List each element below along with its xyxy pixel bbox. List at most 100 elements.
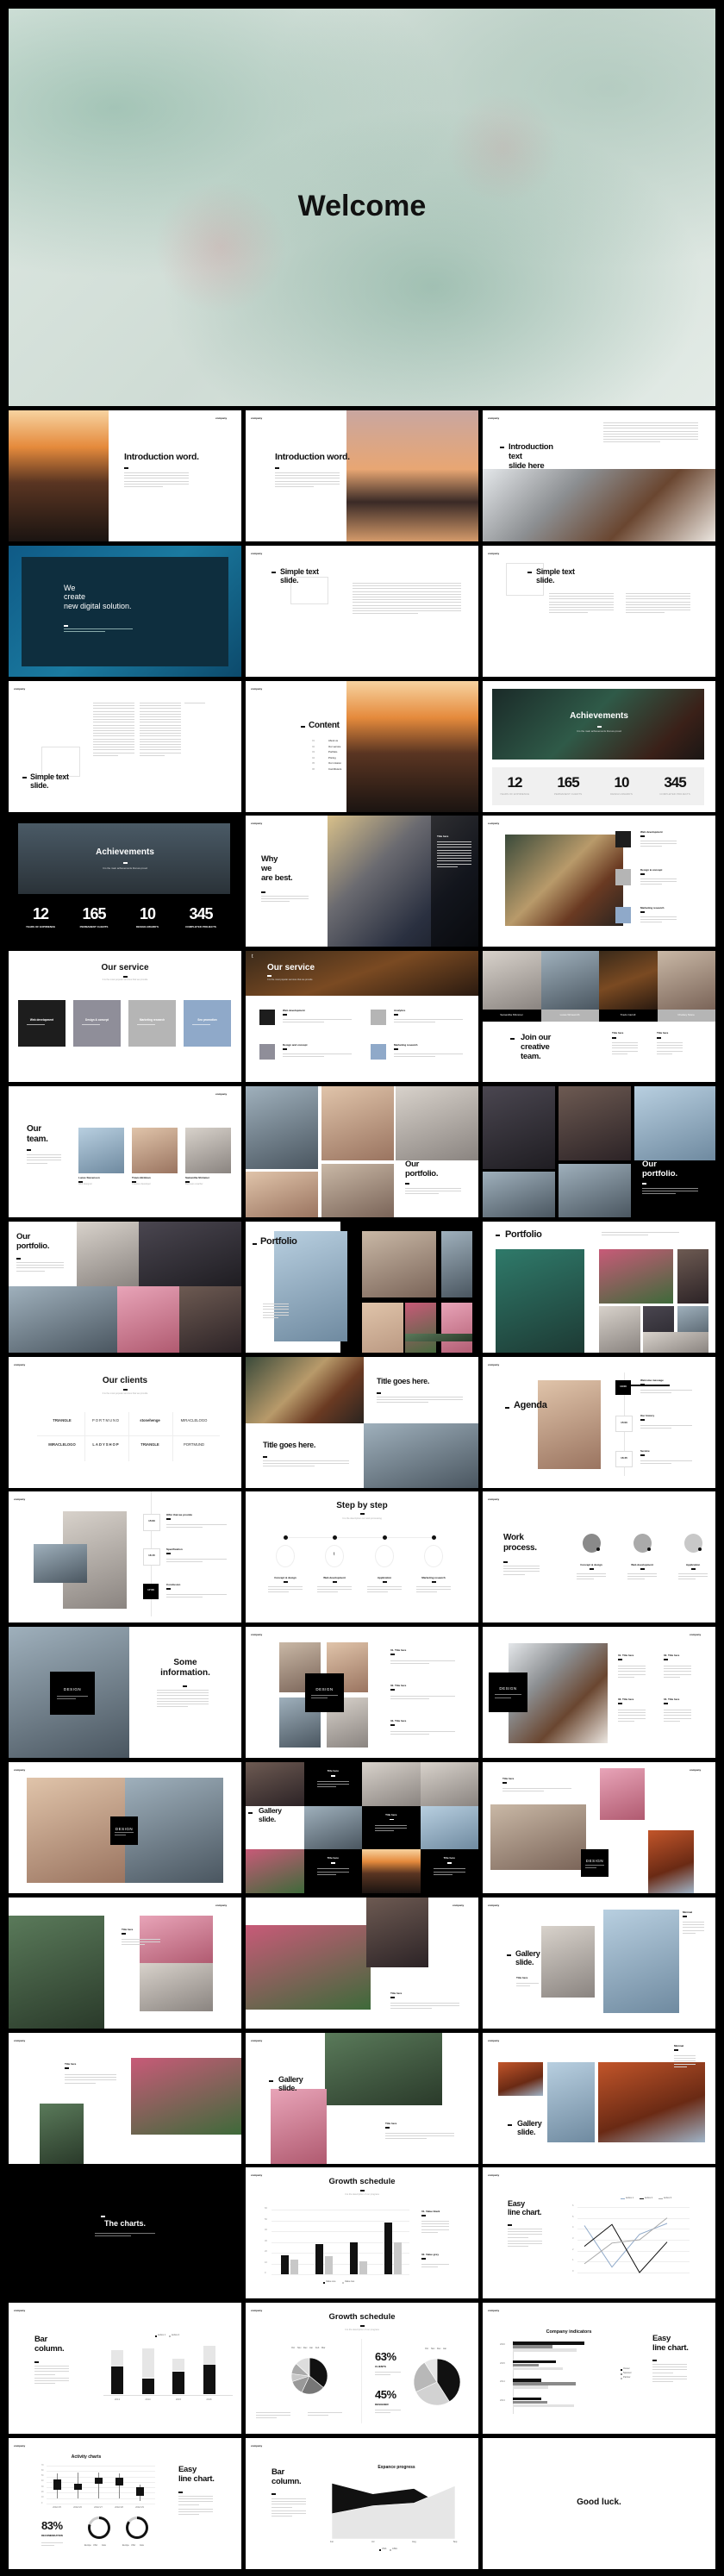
placeholder-text-line [664, 1717, 691, 1719]
placeholder-text-line [437, 849, 471, 851]
placeholder-text-line [433, 1868, 465, 1870]
title-dash [263, 1456, 267, 1458]
candle [135, 2487, 144, 2496]
slide-47: company Bar column. Expance progress Jun Jul… [246, 2438, 478, 2569]
slide-text: It is the description of our progress [345, 2193, 379, 2196]
placeholder-text-line [140, 724, 181, 726]
placeholder-text-line [140, 749, 181, 751]
placeholder-text-line [603, 425, 698, 427]
bar-sponsor [513, 2345, 553, 2348]
placeholder-text-line [437, 844, 471, 846]
placeholder-text-line [394, 1019, 463, 1020]
placeholder-text-line [93, 710, 134, 712]
gridline [272, 2220, 409, 2222]
placeholder-text-line [421, 2226, 449, 2228]
wick [98, 2472, 99, 2498]
bar-partner [513, 2385, 549, 2389]
design-box: DESIGN [581, 1849, 609, 1877]
slide-title: Some information. [160, 1658, 210, 1678]
title-dash [390, 1654, 395, 1655]
item-title: 02. Title here [390, 1684, 407, 1687]
slide-title: Our portfolio. [405, 1160, 439, 1179]
title-dash [500, 447, 504, 448]
placeholder-text-line [178, 2511, 213, 2513]
title-dash [385, 2127, 390, 2129]
placeholder-text-line [664, 1715, 691, 1716]
placeholder-text-line [618, 1720, 635, 1722]
design-box: DESIGN [50, 1672, 95, 1715]
legend-label: series 2 [172, 2334, 180, 2336]
placeholder-text-line [437, 858, 471, 860]
bar-segment [203, 2346, 215, 2365]
slide-6: company Simple text slide. [483, 546, 715, 677]
placeholder-text-line [375, 1830, 395, 1832]
stat-value: 165 [557, 774, 579, 791]
placeholder-text-line [263, 1317, 278, 1318]
placeholder-text-line [626, 603, 690, 605]
placeholder-text-line [577, 1576, 606, 1578]
title-dash [640, 1568, 645, 1570]
photo [346, 681, 478, 812]
placeholder-text-line [34, 2378, 69, 2379]
stat-value: 10 [614, 774, 630, 791]
slide-title: Our portfolio. [16, 1232, 50, 1251]
member-name: Lucas Winsworth [559, 1013, 580, 1016]
photo [246, 1357, 364, 1423]
company-logo: company [14, 2309, 26, 2312]
title-dash [640, 835, 645, 837]
placeholder-text-line [618, 1717, 646, 1719]
series-line-series-3 [584, 2217, 668, 2265]
timeline-item: Conclusion [166, 1583, 181, 1586]
x-tick: 2002/1/7 [94, 2506, 103, 2509]
step-label: Concept & design [580, 1563, 602, 1566]
legend-label: Europe [122, 2544, 129, 2547]
photo [396, 1086, 478, 1160]
title-dash [510, 1038, 515, 1040]
title-dash [640, 911, 645, 913]
slide-42: company Easy line chart. 0 1 2 3 4 5 6 series 1 se… [483, 2167, 715, 2298]
title-dash [394, 1048, 398, 1050]
photo [547, 2062, 595, 2142]
placeholder-text-line [316, 1871, 349, 1873]
placeholder-text-line [275, 475, 340, 477]
y-tick: 2016 [500, 2343, 505, 2346]
photo [246, 1849, 304, 1893]
placeholder-text-line [65, 2082, 96, 2084]
stat-value: 345 [664, 774, 686, 791]
placeholder-text-line [256, 2415, 290, 2417]
placeholder-text-line [263, 1460, 349, 1461]
placeholder-text-line [516, 1983, 539, 1984]
placeholder-text-line [268, 1589, 303, 1591]
placeholder-text-line [678, 1573, 708, 1574]
placeholder-text-line [140, 708, 181, 710]
company-logo: company [488, 2039, 500, 2042]
slide-title: Introduction word. [124, 452, 199, 462]
y-tick: 2013 [500, 2398, 505, 2402]
placeholder-text-line [664, 1676, 681, 1678]
placeholder-text-line [41, 2542, 63, 2543]
bar-value-one [384, 2223, 392, 2274]
placeholder-text-line [683, 1932, 696, 1934]
placeholder-text-line [626, 593, 690, 594]
placeholder-text-line [316, 1873, 336, 1875]
x-tick: 2002/1/6 [73, 2506, 82, 2509]
column-title: Title here [657, 1031, 669, 1035]
placeholder-text-line [390, 1660, 455, 1661]
photo [498, 2062, 543, 2096]
slide-13: Our service It is the most popular servic… [9, 951, 241, 1082]
cell-title: Title here [327, 1769, 339, 1773]
photo [362, 1849, 421, 1893]
item-title: Title here [390, 1991, 403, 1995]
slide-44: company Growth schedule It is the descript… [246, 2303, 478, 2434]
placeholder-text-line [664, 1668, 691, 1670]
title-dash [101, 2216, 105, 2217]
placeholder-text-line [603, 433, 698, 435]
member-role: Web designer [78, 1183, 92, 1185]
photo [246, 1172, 318, 1217]
slide-title: Simple text slide. [280, 567, 319, 585]
slide-22: company Our clients It is the most popular… [9, 1357, 241, 1488]
bar-partner [513, 2348, 577, 2352]
placeholder-text-line [640, 1425, 692, 1426]
item-title: Title here [65, 2062, 77, 2066]
placeholder-text-line [178, 2501, 213, 2503]
